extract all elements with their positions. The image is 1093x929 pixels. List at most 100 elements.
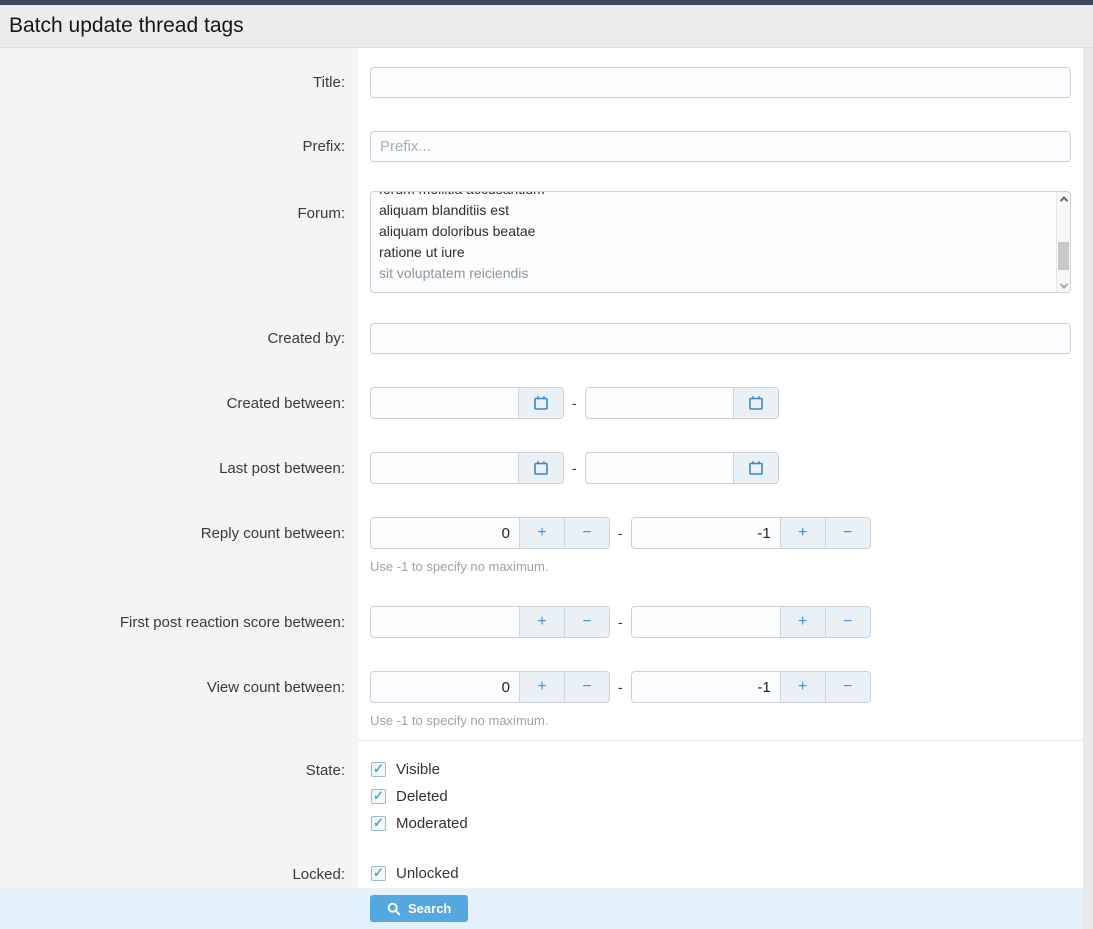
last-post-to-calendar-button[interactable] bbox=[733, 453, 778, 483]
search-icon bbox=[387, 902, 401, 916]
created-between-label: Created between: bbox=[227, 395, 345, 412]
minus-icon: − bbox=[843, 678, 852, 696]
scrollbar-track[interactable] bbox=[1057, 205, 1070, 279]
reply-count-max-increment-button[interactable]: + bbox=[780, 518, 825, 548]
scrollbar-thumb[interactable] bbox=[1058, 242, 1069, 270]
form-row-view-count: View count between: + − - + − Use -1 to … bbox=[0, 671, 1083, 741]
reaction-score-label: First post reaction score between: bbox=[120, 614, 345, 631]
scroll-down-icon[interactable] bbox=[1057, 279, 1070, 292]
minus-icon: − bbox=[843, 524, 852, 542]
deleted-checkbox[interactable] bbox=[371, 789, 386, 804]
last-post-to-group bbox=[585, 452, 779, 484]
created-from-calendar-button[interactable] bbox=[518, 388, 563, 418]
plus-icon: + bbox=[798, 678, 807, 696]
view-count-min-increment-button[interactable]: + bbox=[519, 672, 564, 702]
reaction-score-min-increment-button[interactable]: + bbox=[519, 607, 564, 637]
reply-count-min-decrement-button[interactable]: − bbox=[564, 518, 609, 548]
reply-count-max-decrement-button[interactable]: − bbox=[825, 518, 870, 548]
scroll-up-icon[interactable] bbox=[1057, 192, 1070, 205]
last-post-to-input[interactable] bbox=[586, 453, 733, 483]
view-count-max-input[interactable] bbox=[632, 672, 780, 702]
minus-icon: − bbox=[582, 524, 591, 542]
range-dash: - bbox=[618, 525, 623, 541]
locked-label: Locked: bbox=[292, 866, 345, 883]
reply-count-max-group: + − bbox=[631, 517, 871, 549]
range-dash: - bbox=[618, 679, 623, 695]
moderated-checkbox-label[interactable]: Moderated bbox=[396, 815, 468, 832]
calendar-icon bbox=[533, 460, 549, 476]
reply-count-max-input[interactable] bbox=[632, 518, 780, 548]
forum-options-list: forum mollitia accusantium aliquam bland… bbox=[371, 192, 1056, 292]
reply-count-min-input[interactable] bbox=[371, 518, 519, 548]
plus-icon: + bbox=[798, 613, 807, 631]
forum-select[interactable]: forum mollitia accusantium aliquam bland… bbox=[370, 191, 1071, 293]
unlocked-checkbox-label[interactable]: Unlocked bbox=[396, 865, 459, 882]
created-from-group bbox=[370, 387, 564, 419]
page-title: Batch update thread tags bbox=[9, 14, 244, 38]
view-count-min-decrement-button[interactable]: − bbox=[564, 672, 609, 702]
visible-checkbox-label[interactable]: Visible bbox=[396, 761, 440, 778]
deleted-checkbox-label[interactable]: Deleted bbox=[396, 788, 448, 805]
search-button-label: Search bbox=[408, 901, 451, 916]
search-button[interactable]: Search bbox=[370, 895, 468, 922]
created-by-label: Created by: bbox=[267, 330, 345, 347]
form-row-created-by: Created by: bbox=[0, 323, 1083, 387]
forum-label: Forum: bbox=[297, 205, 345, 222]
view-count-max-group: + − bbox=[631, 671, 871, 703]
forum-option[interactable]: aliquam doloribus beatae bbox=[379, 221, 1056, 242]
reaction-score-min-decrement-button[interactable]: − bbox=[564, 607, 609, 637]
reaction-score-min-input[interactable] bbox=[371, 607, 519, 637]
created-from-input[interactable] bbox=[371, 388, 518, 418]
form-row-reply-count: Reply count between: + − - + − Use -1 to… bbox=[0, 517, 1083, 606]
minus-icon: − bbox=[582, 678, 591, 696]
range-dash: - bbox=[572, 460, 577, 476]
last-post-from-calendar-button[interactable] bbox=[518, 453, 563, 483]
range-dash: - bbox=[618, 614, 623, 630]
form-row-prefix: Prefix: bbox=[0, 131, 1083, 191]
prefix-label: Prefix: bbox=[302, 138, 345, 155]
reaction-score-max-increment-button[interactable]: + bbox=[780, 607, 825, 637]
view-count-min-input[interactable] bbox=[371, 672, 519, 702]
reaction-score-max-group: + − bbox=[631, 606, 871, 638]
reaction-score-max-input[interactable] bbox=[632, 607, 780, 637]
reply-count-min-increment-button[interactable]: + bbox=[519, 518, 564, 548]
view-count-max-increment-button[interactable]: + bbox=[780, 672, 825, 702]
plus-icon: + bbox=[537, 613, 546, 631]
moderated-checkbox[interactable] bbox=[371, 816, 386, 831]
unlocked-checkbox[interactable] bbox=[371, 866, 386, 881]
minus-icon: − bbox=[582, 613, 591, 631]
title-input[interactable] bbox=[370, 67, 1071, 98]
form-row-created-between: Created between: - bbox=[0, 387, 1083, 452]
visible-checkbox[interactable] bbox=[371, 762, 386, 777]
minus-icon: − bbox=[843, 613, 852, 631]
forum-option[interactable]: sit voluptatem reiciendis bbox=[379, 263, 1056, 284]
forum-option[interactable]: forum mollitia accusantium bbox=[379, 192, 1056, 200]
range-dash: - bbox=[572, 395, 577, 411]
reply-count-hint: Use -1 to specify no maximum. bbox=[370, 558, 1071, 575]
created-by-input[interactable] bbox=[370, 323, 1071, 354]
state-option-visible: Visible bbox=[370, 760, 1071, 779]
form-row-locked: Locked: Unlocked bbox=[0, 860, 1083, 888]
form-row-state: State: Visible Deleted Moderated bbox=[0, 741, 1083, 860]
forum-scrollbar[interactable] bbox=[1056, 192, 1070, 292]
form-row-reaction-score: First post reaction score between: + − -… bbox=[0, 606, 1083, 671]
plus-icon: + bbox=[798, 524, 807, 542]
created-to-input[interactable] bbox=[586, 388, 733, 418]
form-row-last-post-between: Last post between: - bbox=[0, 452, 1083, 517]
batch-update-form: Title: Prefix: Forum: forum mollitia acc… bbox=[0, 48, 1083, 888]
prefix-input[interactable] bbox=[370, 131, 1071, 162]
calendar-icon bbox=[533, 395, 549, 411]
created-to-calendar-button[interactable] bbox=[733, 388, 778, 418]
view-count-hint: Use -1 to specify no maximum. bbox=[370, 712, 1071, 729]
locked-option-unlocked: Unlocked bbox=[370, 864, 1071, 883]
reaction-score-max-decrement-button[interactable]: − bbox=[825, 607, 870, 637]
view-count-max-decrement-button[interactable]: − bbox=[825, 672, 870, 702]
calendar-icon bbox=[748, 460, 764, 476]
form-row-title: Title: bbox=[0, 48, 1083, 131]
last-post-from-group bbox=[370, 452, 564, 484]
state-label: State: bbox=[306, 762, 345, 779]
forum-option[interactable]: ratione ut iure bbox=[379, 242, 1056, 263]
last-post-from-input[interactable] bbox=[371, 453, 518, 483]
title-label: Title: bbox=[313, 74, 345, 91]
forum-option[interactable]: aliquam blanditiis est bbox=[379, 200, 1056, 221]
